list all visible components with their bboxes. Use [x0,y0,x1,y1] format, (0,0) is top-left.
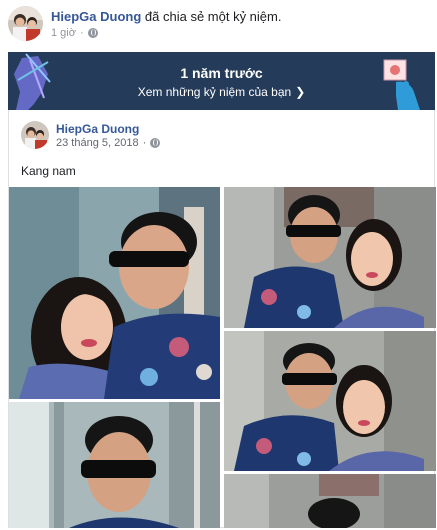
banner-decoration [14,53,420,110]
shared-post-card: HiepGa Duong 23 tháng 5, 2018 · Kang nam [8,110,436,528]
shared-author-avatar[interactable] [21,121,49,149]
photo-2[interactable] [224,187,436,328]
photo-4[interactable] [9,402,220,528]
header-title: HiepGa Duong đã chia sẻ một kỷ niệm. [51,9,281,24]
photo-5[interactable] [224,474,436,528]
photo-3[interactable] [224,331,436,471]
globe-icon[interactable] [87,28,98,38]
author-name-link[interactable]: HiepGa Duong [51,9,141,24]
shared-post-meta: 23 tháng 5, 2018 · [56,137,161,149]
header-action-text: đã chia sẻ một kỷ niệm. [144,9,282,24]
chevron-right-icon: ❯ [295,85,306,99]
memories-banner[interactable]: 1 năm trước Xem những kỷ niệm của bạn ❯ [8,52,435,110]
shared-post-date[interactable]: 23 tháng 5, 2018 [56,137,139,149]
post-timestamp[interactable]: 1 giờ [51,27,76,39]
globe-icon[interactable] [150,138,161,148]
post-meta: 1 giờ · [51,27,98,39]
photo-1[interactable] [9,187,220,399]
post-caption: Kang nam [21,164,76,178]
shared-memory-post: HiepGa Duong đã chia sẻ một kỷ niệm. 1 g… [0,0,437,530]
see-memories-link[interactable]: Xem những kỷ niệm của bạn ❯ [8,85,435,99]
author-avatar[interactable] [8,6,43,41]
post-header: HiepGa Duong đã chia sẻ một kỷ niệm. 1 g… [8,6,428,44]
see-memories-label[interactable]: Xem những kỷ niệm của bạn [138,85,291,99]
shared-author-name[interactable]: HiepGa Duong [56,122,139,136]
banner-title: 1 năm trước [180,65,263,81]
